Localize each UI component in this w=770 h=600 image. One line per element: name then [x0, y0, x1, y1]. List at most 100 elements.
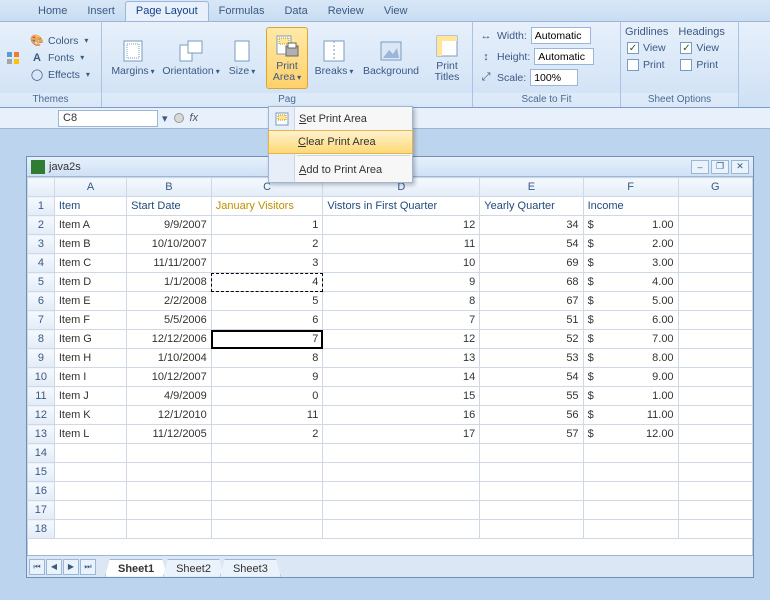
cell[interactable]: 12	[323, 216, 480, 235]
cell[interactable]: $1.00	[583, 216, 678, 235]
cell[interactable]	[583, 501, 678, 520]
cell[interactable]: 0	[211, 387, 323, 406]
worksheet-grid[interactable]: ABCDEFG1ItemStart DateJanuary VisitorsVi…	[27, 177, 753, 555]
cell[interactable]	[480, 463, 583, 482]
window-minimize-button[interactable]: –	[691, 160, 709, 174]
cell[interactable]: 7	[211, 330, 323, 349]
cell[interactable]: $9.00	[583, 368, 678, 387]
cell[interactable]	[323, 501, 480, 520]
cell[interactable]: 67	[480, 292, 583, 311]
cell[interactable]	[480, 501, 583, 520]
row-header-11[interactable]: 11	[28, 387, 55, 406]
row-header-9[interactable]: 9	[28, 349, 55, 368]
tab-insert[interactable]: Insert	[77, 2, 125, 21]
cell[interactable]: 56	[480, 406, 583, 425]
cell[interactable]: 4	[211, 273, 323, 292]
col-header-F[interactable]: F	[583, 178, 678, 197]
effects-button[interactable]: ◯Effects	[28, 67, 92, 83]
scale-width-input[interactable]	[531, 27, 591, 44]
cell[interactable]	[323, 444, 480, 463]
cell[interactable]	[583, 520, 678, 539]
row-header-12[interactable]: 12	[28, 406, 55, 425]
header-cell[interactable]: Start Date	[127, 197, 212, 216]
sheet-nav-first[interactable]: ⏮	[29, 559, 45, 575]
cell[interactable]: Item J	[54, 387, 126, 406]
row-header-10[interactable]: 10	[28, 368, 55, 387]
cell[interactable]: 16	[323, 406, 480, 425]
header-cell[interactable]: Vistors in First Quarter	[323, 197, 480, 216]
cell[interactable]: 1/10/2004	[127, 349, 212, 368]
cell[interactable]: 12/1/2010	[127, 406, 212, 425]
cell[interactable]	[323, 482, 480, 501]
cell[interactable]	[211, 501, 323, 520]
cell[interactable]	[211, 520, 323, 539]
row-header-14[interactable]: 14	[28, 444, 55, 463]
name-box[interactable]: C8	[58, 110, 158, 127]
cell[interactable]: 11	[211, 406, 323, 425]
scale-height-input[interactable]	[534, 48, 594, 65]
sheet-tab-1[interactable]: Sheet1	[105, 559, 167, 577]
cell[interactable]: $11.00	[583, 406, 678, 425]
select-all-corner[interactable]	[28, 178, 55, 197]
cell[interactable]: 51	[480, 311, 583, 330]
headings-print-check[interactable]: Print	[678, 58, 724, 72]
cell[interactable]: 5	[211, 292, 323, 311]
cell[interactable]: Item D	[54, 273, 126, 292]
cell[interactable]	[583, 444, 678, 463]
cell[interactable]: $8.00	[583, 349, 678, 368]
cell[interactable]: 6	[211, 311, 323, 330]
cell[interactable]: 54	[480, 368, 583, 387]
header-cell[interactable]: Yearly Quarter	[480, 197, 583, 216]
tab-page-layout[interactable]: Page Layout	[125, 1, 209, 21]
cell[interactable]	[211, 463, 323, 482]
cell[interactable]	[127, 444, 212, 463]
sheet-nav-next[interactable]: ▶	[63, 559, 79, 575]
row-header-18[interactable]: 18	[28, 520, 55, 539]
cell[interactable]	[127, 501, 212, 520]
cell[interactable]: 5/5/2006	[127, 311, 212, 330]
cell[interactable]	[323, 463, 480, 482]
cell[interactable]: Item H	[54, 349, 126, 368]
themes-button[interactable]	[4, 50, 22, 66]
cancel-icon[interactable]	[174, 113, 184, 123]
col-header-B[interactable]: B	[127, 178, 212, 197]
cell[interactable]: 2/2/2008	[127, 292, 212, 311]
cell[interactable]	[678, 444, 752, 463]
row-header-5[interactable]: 5	[28, 273, 55, 292]
cell[interactable]	[54, 444, 126, 463]
cell[interactable]	[127, 463, 212, 482]
cell[interactable]	[54, 482, 126, 501]
fx-icon[interactable]: fx	[190, 112, 199, 124]
cell[interactable]: 10	[323, 254, 480, 273]
cell[interactable]	[211, 482, 323, 501]
cell[interactable]	[480, 482, 583, 501]
headings-view-check[interactable]: View	[678, 41, 724, 55]
cell[interactable]: $5.00	[583, 292, 678, 311]
cell[interactable]: 8	[323, 292, 480, 311]
cell[interactable]: 11	[323, 235, 480, 254]
header-cell[interactable]: Income	[583, 197, 678, 216]
row-header-15[interactable]: 15	[28, 463, 55, 482]
cell[interactable]: 9/9/2007	[127, 216, 212, 235]
cell[interactable]	[583, 482, 678, 501]
cell[interactable]: $1.00	[583, 387, 678, 406]
cell[interactable]: $4.00	[583, 273, 678, 292]
window-restore-button[interactable]: ❐	[711, 160, 729, 174]
cell[interactable]: Item K	[54, 406, 126, 425]
menu-add-to-print-area[interactable]: Add to Print Area	[269, 158, 412, 182]
tab-view[interactable]: View	[374, 2, 418, 21]
cell[interactable]: $2.00	[583, 235, 678, 254]
sheet-nav-last[interactable]: ⏭	[80, 559, 96, 575]
row-header-7[interactable]: 7	[28, 311, 55, 330]
col-header-E[interactable]: E	[480, 178, 583, 197]
cell[interactable]: 57	[480, 425, 583, 444]
cell[interactable]: Item L	[54, 425, 126, 444]
row-header-17[interactable]: 17	[28, 501, 55, 520]
cell[interactable]: 12	[323, 330, 480, 349]
cell[interactable]: 10/12/2007	[127, 368, 212, 387]
cell[interactable]: Item G	[54, 330, 126, 349]
header-cell[interactable]: Item	[54, 197, 126, 216]
scale-percent-input[interactable]	[530, 69, 578, 86]
cell[interactable]: $3.00	[583, 254, 678, 273]
menu-set-print-area[interactable]: Set Print Area	[269, 107, 412, 131]
